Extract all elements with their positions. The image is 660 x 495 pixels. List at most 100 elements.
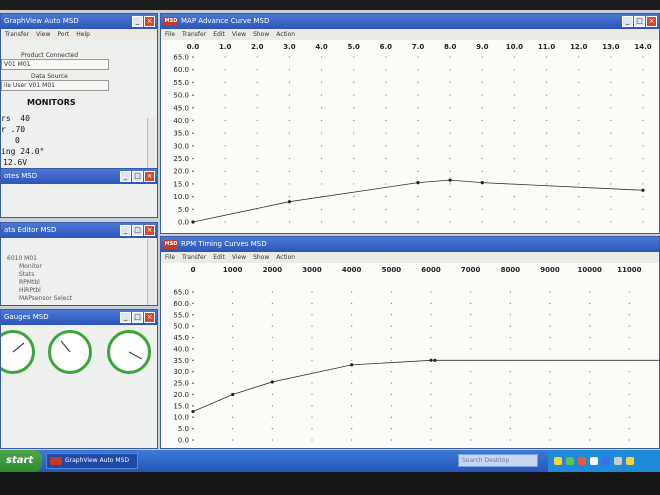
msd-logo-icon: MSD xyxy=(164,16,178,26)
close-icon[interactable]: × xyxy=(144,171,155,182)
grid-dot xyxy=(256,107,258,109)
close-icon[interactable]: × xyxy=(646,16,657,27)
grid-dot xyxy=(351,336,353,339)
grid-dot xyxy=(311,405,313,407)
minimize-icon[interactable]: _ xyxy=(622,16,633,27)
menu-show[interactable]: Show xyxy=(253,252,269,263)
monitor-row: 0 xyxy=(15,136,20,145)
maximize-icon[interactable]: □ xyxy=(132,312,143,323)
y-tick-label: 25.0 xyxy=(173,380,189,388)
tray-icon[interactable] xyxy=(602,457,610,465)
main-window-titlebar[interactable]: GraphView Auto MSD _ × xyxy=(1,14,157,29)
grid-dot xyxy=(470,325,472,327)
maximize-icon[interactable]: □ xyxy=(634,16,645,27)
tray-icon[interactable] xyxy=(566,457,574,465)
tray-icon[interactable] xyxy=(626,457,634,465)
gauges-titlebar[interactable]: Gauges MSD _ □ × xyxy=(1,310,157,325)
grid-dot xyxy=(385,183,387,185)
map-titlebar[interactable]: MSD MAP Advance Curve MSD _ □ × xyxy=(161,14,659,29)
minimize-icon[interactable]: _ xyxy=(120,171,131,182)
grid-dot xyxy=(271,359,273,361)
menu-show[interactable]: Show xyxy=(253,29,269,40)
tray-icon[interactable] xyxy=(614,457,622,465)
menu-action[interactable]: Action xyxy=(276,29,295,40)
close-icon[interactable]: × xyxy=(144,312,155,323)
menu-action[interactable]: Action xyxy=(276,252,295,263)
maximize-icon[interactable]: □ xyxy=(132,171,143,182)
map-chart-area[interactable]: 0.0 1.0 2.0 3.0 4.0 5.0 6.0 7.0 8.0 9.0 10.0 11.0 12… xyxy=(161,40,659,233)
grid-dot xyxy=(232,439,234,441)
grid-dot xyxy=(353,132,355,134)
gauges-window: Gauges MSD _ □ × xyxy=(0,309,158,449)
grid-dot xyxy=(449,81,451,83)
tray-icon[interactable] xyxy=(554,457,562,465)
close-icon[interactable]: × xyxy=(144,225,155,236)
tray-icon[interactable] xyxy=(590,457,598,465)
minimize-icon[interactable]: _ xyxy=(120,225,131,236)
close-icon[interactable]: × xyxy=(144,16,155,27)
grid-dot xyxy=(642,183,644,185)
menu-port[interactable]: Port xyxy=(57,29,69,40)
grid-dot xyxy=(311,382,313,384)
grid-dot xyxy=(224,196,226,198)
tray-icon[interactable] xyxy=(578,457,586,465)
desktop-search-input[interactable]: Search Desktop xyxy=(458,454,538,467)
product-field: V01 M01 xyxy=(1,59,109,70)
map-advance-chart[interactable]: 0.0 1.0 2.0 3.0 4.0 5.0 6.0 7.0 8.0 9.0 10.0 11.0 12… xyxy=(161,40,659,233)
grid-dot xyxy=(509,325,511,327)
grid-dot xyxy=(385,81,387,83)
grid-dot xyxy=(509,371,511,373)
minimize-icon[interactable]: _ xyxy=(120,312,131,323)
grid-dot xyxy=(642,196,644,198)
rpm-chart-area[interactable]: 0 1000 2000 3000 4000 5000 6000 7000 8000 9000 100… xyxy=(161,263,659,448)
y-tick-label: 15.0 xyxy=(173,402,189,410)
menu-view[interactable]: View xyxy=(232,252,246,263)
grid-dot xyxy=(271,439,273,441)
rpm-timing-chart[interactable]: 0 1000 2000 3000 4000 5000 6000 7000 8000 9000 100… xyxy=(161,263,659,448)
data-point xyxy=(416,181,420,185)
x-tick-label: 10000 xyxy=(577,266,601,274)
rpm-titlebar[interactable]: MSD RPM Timing Curves MSD xyxy=(161,237,659,252)
grid-dot xyxy=(578,170,580,172)
menu-file[interactable]: File xyxy=(165,29,175,40)
tree-item[interactable]: 6010 M01 xyxy=(7,255,37,262)
tree-item[interactable]: MAPsensor Select xyxy=(19,295,72,302)
menu-help[interactable]: Help xyxy=(76,29,90,40)
minimize-icon[interactable]: _ xyxy=(132,16,143,27)
menu-file[interactable]: File xyxy=(165,252,175,263)
grid-dot xyxy=(642,94,644,96)
menu-view[interactable]: View xyxy=(232,29,246,40)
grid-dot xyxy=(385,69,387,71)
y-axis-dot xyxy=(192,370,194,373)
x-tick-label: 3000 xyxy=(302,266,322,274)
start-button[interactable]: start xyxy=(0,450,42,472)
menu-edit[interactable]: Edit xyxy=(213,252,225,263)
tree-item[interactable]: HiRPtbl xyxy=(19,287,41,294)
grid-dot xyxy=(628,302,630,304)
y-tick-label: 40.0 xyxy=(173,345,189,353)
menu-transfer[interactable]: Transfer xyxy=(5,29,29,40)
tree-item[interactable]: RPMtbl xyxy=(19,279,40,286)
grid-dot xyxy=(311,439,313,441)
menu-transfer[interactable]: Transfer xyxy=(182,252,206,263)
main-window: GraphView Auto MSD _ × Transfer View Por… xyxy=(0,13,158,170)
menu-edit[interactable]: Edit xyxy=(213,29,225,40)
grid-dot xyxy=(578,208,580,210)
data-editor-scrollbar[interactable] xyxy=(147,239,155,305)
maximize-icon[interactable]: □ xyxy=(132,225,143,236)
grid-dot xyxy=(513,107,516,109)
data-editor-titlebar[interactable]: ata Editor MSD _ □ × xyxy=(1,223,157,238)
menu-view[interactable]: View xyxy=(36,29,50,40)
menu-transfer[interactable]: Transfer xyxy=(182,29,206,40)
grid-dot xyxy=(320,157,323,160)
grid-dot xyxy=(232,325,234,327)
monitors-scrollbar[interactable] xyxy=(147,118,155,168)
tree-item[interactable]: Monitor xyxy=(19,263,42,270)
notes-titlebar[interactable]: otes MSD _ □ × xyxy=(1,169,157,184)
grid-dot xyxy=(578,132,580,134)
grid-dot xyxy=(513,145,516,147)
taskbar-app-button[interactable]: GraphView Auto MSD xyxy=(46,453,138,469)
tree-item[interactable]: Stats xyxy=(19,271,34,278)
grid-dot xyxy=(224,94,226,96)
grid-dot xyxy=(271,393,273,396)
